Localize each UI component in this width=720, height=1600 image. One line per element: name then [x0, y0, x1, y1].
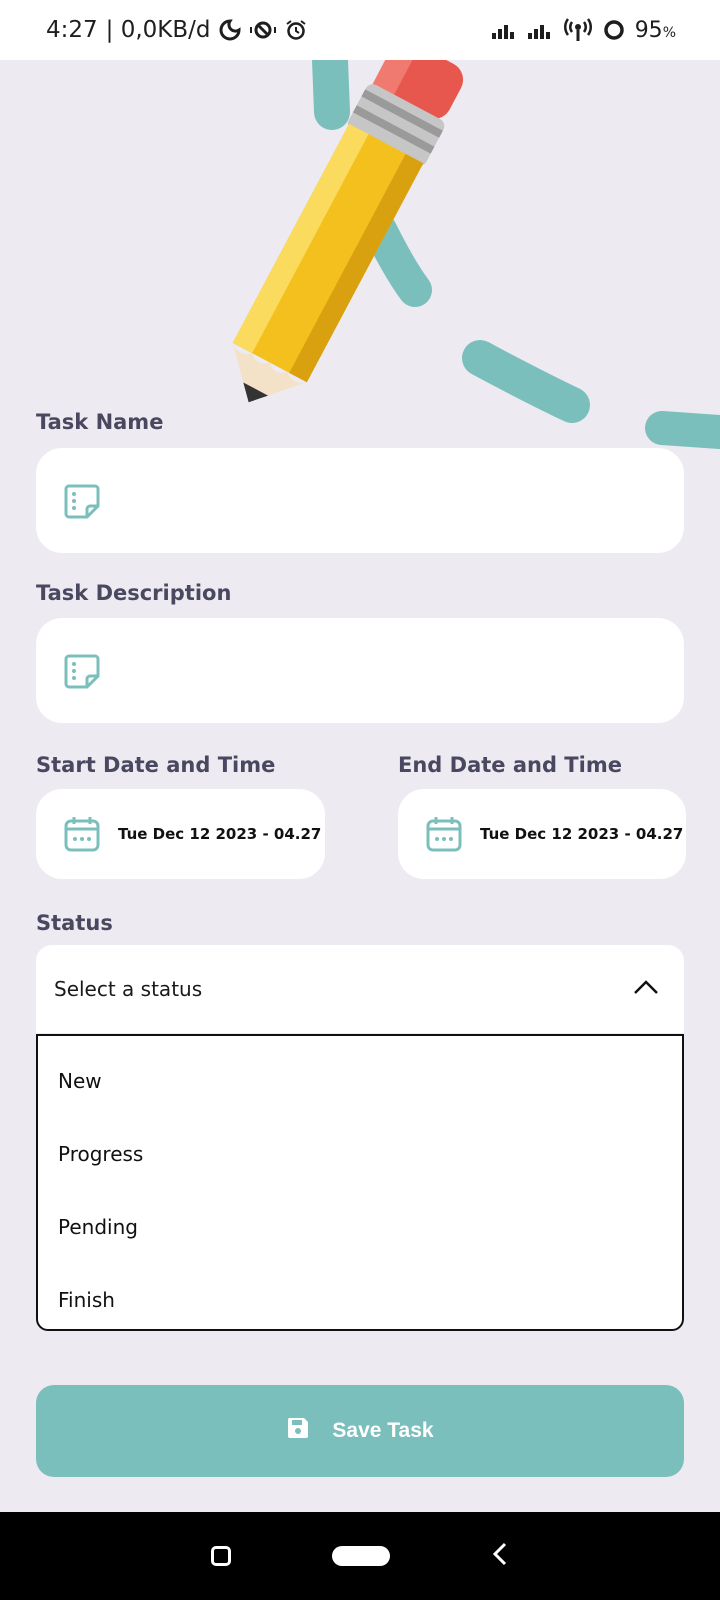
silent-mode-icon	[249, 19, 277, 41]
task-name-input[interactable]	[102, 448, 684, 553]
save-task-button[interactable]: Save Task	[36, 1385, 684, 1477]
battery-unit: %	[662, 24, 676, 41]
calendar-icon	[424, 814, 464, 854]
status-left: 4:27 | 0,0KB/d	[46, 17, 307, 43]
status-label: Status	[36, 911, 113, 935]
task-description-field[interactable]	[36, 618, 684, 723]
battery-value: 95	[634, 17, 663, 43]
system-nav-bar	[0, 1512, 720, 1600]
start-date-value: Tue Dec 12 2023 - 04.27	[118, 825, 322, 843]
home-button[interactable]	[331, 1546, 390, 1566]
chevron-up-icon[interactable]	[632, 978, 660, 1000]
end-date-picker[interactable]: Tue Dec 12 2023 - 04.27	[398, 789, 686, 879]
recents-button[interactable]	[210, 1546, 231, 1566]
alarm-icon	[285, 19, 307, 41]
status-option-progress[interactable]: Progress	[38, 1117, 682, 1190]
signal-icon	[491, 20, 517, 40]
pencil-illustration	[232, 60, 720, 449]
floppy-disk-icon	[286, 1416, 310, 1446]
status-right: 95%	[491, 18, 676, 43]
status-option-new[interactable]: New	[38, 1044, 682, 1117]
status-option-pending[interactable]: Pending	[38, 1190, 682, 1263]
network-speed: | 0,0KB/d	[105, 17, 211, 43]
start-date-picker[interactable]: Tue Dec 12 2023 - 04.27	[36, 789, 325, 879]
task-name-field[interactable]	[36, 448, 684, 553]
status-select-placeholder: Select a status	[54, 977, 203, 1001]
save-task-label: Save Task	[332, 1419, 434, 1442]
status-option-finish[interactable]: Finish	[38, 1263, 682, 1336]
hotspot-icon	[563, 18, 593, 42]
end-date-label: End Date and Time	[398, 753, 622, 777]
status-bar: 4:27 | 0,0KB/d 95%	[0, 0, 720, 60]
moon-icon	[219, 19, 241, 41]
task-description-input[interactable]	[102, 618, 684, 723]
note-icon	[62, 481, 102, 521]
start-date-label: Start Date and Time	[36, 753, 276, 777]
back-icon[interactable]	[491, 1541, 509, 1571]
battery-percent: 95%	[635, 18, 676, 43]
calendar-icon	[62, 814, 102, 854]
status-dropdown-menu: New Progress Pending Finish	[36, 1034, 684, 1331]
signal-icon	[527, 20, 553, 40]
task-name-label: Task Name	[36, 410, 164, 434]
note-icon	[62, 651, 102, 691]
task-description-label: Task Description	[36, 581, 232, 605]
status-select[interactable]: Select a status	[36, 945, 684, 1033]
end-date-value: Tue Dec 12 2023 - 04.27	[480, 825, 684, 843]
clock: 4:27	[46, 17, 98, 43]
hero-illustration	[0, 60, 720, 460]
battery-ring-icon	[603, 19, 625, 41]
